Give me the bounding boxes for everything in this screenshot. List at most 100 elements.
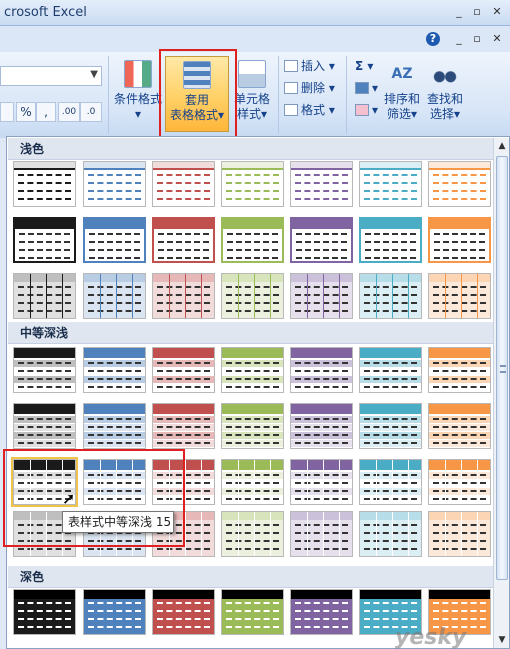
comma-button[interactable]: , [36, 102, 56, 122]
format-cells-button[interactable]: 格式 ▾ [284, 102, 335, 118]
table-style-thumb[interactable] [13, 217, 76, 263]
table-style-thumb[interactable] [221, 589, 284, 635]
insert-icon [284, 60, 298, 72]
table-style-thumb[interactable] [83, 161, 146, 207]
table-style-thumb[interactable] [221, 161, 284, 207]
fill-button[interactable]: ▾ [355, 80, 378, 96]
section-dark: 深色 [8, 566, 493, 588]
table-style-thumb[interactable] [359, 459, 422, 505]
percent-button[interactable]: % [16, 102, 36, 122]
clear-button[interactable]: ▾ [355, 102, 378, 118]
autosum-button[interactable]: Σ ▾ [355, 58, 373, 74]
table-style-thumb[interactable] [152, 273, 215, 319]
table-style-thumb[interactable] [221, 403, 284, 449]
binoculars-icon [431, 60, 459, 88]
table-style-thumb[interactable] [428, 403, 491, 449]
eraser-icon [355, 104, 369, 116]
ribbon-topbar: ? _ ▫ ✕ [0, 26, 510, 52]
increase-decimal-button[interactable]: .00 [58, 102, 80, 122]
scroll-grip-icon [500, 365, 506, 373]
group-separator [108, 56, 109, 134]
watermark: yesky [395, 625, 467, 649]
restore-button[interactable]: ▫ [470, 5, 484, 19]
section-light: 浅色 [8, 138, 493, 160]
window-title: crosoft Excel [4, 5, 87, 20]
delete-cells-button[interactable]: 删除 ▾ [284, 80, 335, 96]
table-style-thumb[interactable] [290, 589, 353, 635]
table-style-thumb[interactable] [359, 347, 422, 393]
find-select-button[interactable]: 查找和 选择▾ [424, 60, 466, 122]
help-icon[interactable]: ? [426, 32, 440, 46]
group-separator [346, 56, 347, 134]
format-icon [284, 104, 298, 116]
chevron-down-icon: ▼ [90, 69, 98, 80]
sort-filter-button[interactable]: AZ 排序和 筛选▾ [382, 60, 422, 122]
workbook-close-button[interactable]: ✕ [490, 32, 504, 46]
table-style-thumb[interactable] [13, 589, 76, 635]
table-style-thumb[interactable] [290, 273, 353, 319]
workbook-minimize-button[interactable]: _ [452, 32, 466, 46]
table-style-thumb[interactable] [221, 459, 284, 505]
scroll-down-button[interactable]: ▼ [494, 632, 510, 648]
gallery-scrollbar[interactable]: ▲ ▼ [493, 138, 509, 648]
close-button[interactable]: ✕ [490, 5, 504, 19]
scroll-up-button[interactable]: ▲ [494, 138, 510, 154]
accounting-format-button[interactable] [0, 102, 14, 122]
table-style-thumb[interactable] [221, 273, 284, 319]
table-style-thumb[interactable] [290, 161, 353, 207]
table-style-thumb[interactable] [428, 217, 491, 263]
table-style-thumb[interactable] [290, 403, 353, 449]
conditional-format-icon [124, 60, 152, 88]
table-style-thumb[interactable] [83, 347, 146, 393]
table-style-thumb[interactable] [13, 347, 76, 393]
number-format-dropdown[interactable]: ▼ [0, 66, 102, 86]
table-style-gallery: 浅色 中等深浅 深色 ▲ ▼ [6, 136, 510, 649]
ribbon: ▼ % , .00 .0 条件格式 ▾ 套用 表格格式▾ 单元格 样式▾ 插入 … [0, 52, 510, 138]
minimize-button[interactable]: _ [452, 5, 466, 19]
table-style-thumb[interactable] [221, 217, 284, 263]
table-style-thumb[interactable] [83, 217, 146, 263]
table-style-thumb[interactable] [152, 161, 215, 207]
table-style-thumb[interactable] [290, 459, 353, 505]
cell-style-icon [238, 60, 266, 88]
table-style-thumb[interactable] [290, 511, 353, 557]
table-style-thumb[interactable] [221, 347, 284, 393]
section-medium: 中等深浅 [8, 322, 493, 344]
table-style-thumb[interactable] [359, 511, 422, 557]
table-style-thumb[interactable] [152, 589, 215, 635]
style-tooltip: 表样式中等深浅 15 [62, 511, 174, 533]
conditional-format-button[interactable]: 条件格式 ▾ [112, 60, 164, 122]
decrease-decimal-button[interactable]: .0 [80, 102, 102, 122]
table-style-thumb[interactable] [428, 459, 491, 505]
table-style-thumb[interactable] [152, 347, 215, 393]
table-style-thumb[interactable] [83, 273, 146, 319]
table-style-thumb[interactable] [290, 217, 353, 263]
mouse-cursor-icon: ➚ [62, 489, 76, 508]
table-style-thumb[interactable] [359, 273, 422, 319]
fill-down-icon [355, 82, 369, 94]
table-style-thumb[interactable] [152, 403, 215, 449]
table-style-thumb[interactable] [13, 403, 76, 449]
table-style-thumb[interactable] [83, 403, 146, 449]
table-style-thumb[interactable] [428, 511, 491, 557]
table-style-thumb[interactable] [13, 161, 76, 207]
highlight-box-format-as-table [159, 49, 237, 143]
workbook-restore-button[interactable]: ▫ [470, 32, 484, 46]
table-style-thumb[interactable] [359, 403, 422, 449]
table-style-thumb[interactable] [152, 217, 215, 263]
table-style-thumb[interactable] [290, 347, 353, 393]
table-style-thumb[interactable] [428, 161, 491, 207]
table-style-thumb[interactable] [359, 161, 422, 207]
insert-cells-button[interactable]: 插入 ▾ [284, 58, 335, 74]
table-style-thumb[interactable] [221, 511, 284, 557]
table-style-thumb[interactable] [428, 347, 491, 393]
scroll-thumb[interactable] [496, 156, 508, 580]
table-style-thumb[interactable] [13, 273, 76, 319]
group-separator [278, 56, 279, 134]
table-style-thumb[interactable] [359, 217, 422, 263]
sort-az-icon: AZ [391, 66, 413, 82]
title-bar: crosoft Excel _ ▫ ✕ [0, 0, 510, 26]
table-style-thumb[interactable] [428, 273, 491, 319]
table-style-thumb[interactable] [83, 589, 146, 635]
delete-icon [284, 82, 298, 94]
